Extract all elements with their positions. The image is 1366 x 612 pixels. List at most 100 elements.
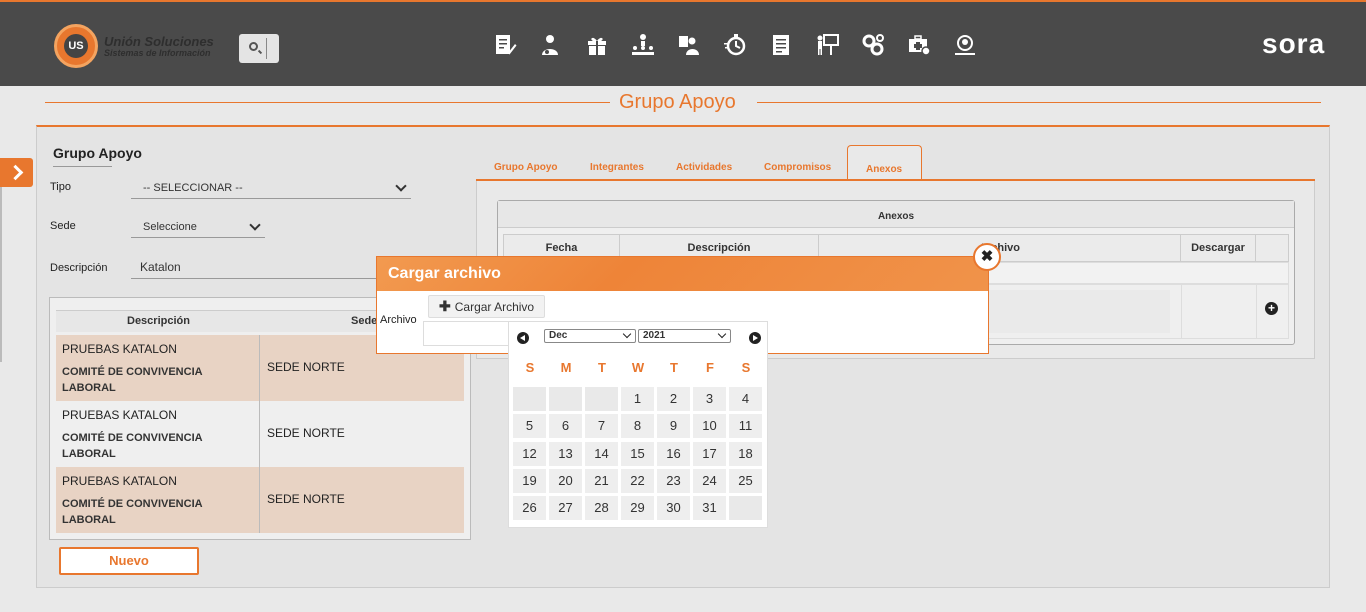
page-title: Grupo Apoyo — [619, 91, 736, 113]
upload-file-label: Cargar Archivo — [454, 300, 535, 314]
gift-icon[interactable] — [585, 32, 631, 58]
sidebar-toggle-button[interactable] — [0, 158, 33, 187]
weekday-label: M — [560, 360, 572, 375]
tab-integrantes[interactable]: Integrantes — [590, 162, 644, 173]
tab-grupo-apoyo[interactable]: Grupo Apoyo — [494, 162, 558, 173]
day-cell[interactable]: 11 — [729, 414, 762, 438]
search-button[interactable] — [239, 34, 279, 63]
day-cell[interactable]: 3 — [693, 387, 726, 411]
row-subtitle: COMITÉ DE CONVIVENCIA LABORAL — [62, 432, 203, 460]
document-edit-icon[interactable] — [493, 32, 539, 58]
day-cell[interactable]: 19 — [513, 469, 546, 493]
sede-label: Sede — [50, 220, 76, 232]
modal-header: Cargar archivo — [377, 257, 988, 291]
tipo-label: Tipo — [50, 181, 71, 193]
day-cell[interactable]: 16 — [657, 442, 690, 466]
row-sede: SEDE NORTE — [267, 360, 345, 374]
sede-select[interactable]: Seleccione — [131, 216, 265, 238]
day-cell[interactable]: 15 — [621, 442, 654, 466]
prev-month-icon[interactable] — [517, 332, 529, 344]
day-cell[interactable]: 8 — [621, 414, 654, 438]
day-cell[interactable]: 31 — [693, 496, 726, 520]
brand-name: Unión Soluciones — [104, 34, 214, 49]
table-row[interactable]: PRUEBAS KATALON COMITÉ DE CONVIVENCIA LA… — [56, 401, 464, 467]
weekday-label: W — [631, 360, 645, 375]
row-title: PRUEBAS KATALON — [62, 474, 177, 488]
presentation-icon[interactable] — [815, 32, 861, 58]
row-sede: SEDE NORTE — [267, 492, 345, 506]
day-cell[interactable]: 22 — [621, 469, 654, 493]
day-cell[interactable]: 27 — [549, 496, 582, 520]
team-icon[interactable] — [677, 32, 723, 58]
tab-actividades[interactable]: Actividades — [676, 162, 732, 173]
weekday-label: T — [598, 360, 606, 375]
day-cell[interactable]: 9 — [657, 414, 690, 438]
close-icon[interactable]: ✖ — [973, 243, 1001, 271]
product-name: sora — [1262, 28, 1326, 59]
upload-file-button[interactable]: ✚ Cargar Archivo — [428, 295, 545, 318]
day-cell[interactable]: 2 — [657, 387, 690, 411]
row-subtitle: COMITÉ DE CONVIVENCIA LABORAL — [62, 366, 203, 394]
user-admin-icon[interactable] — [539, 32, 585, 58]
datepicker: Dec 2021 S M T W T F S 1 2 3 4 5 6 7 8 9 10 11 12 13 14 15 16 1… — [508, 321, 768, 528]
day-cell[interactable]: 18 — [729, 442, 762, 466]
day-cell[interactable]: 13 — [549, 442, 582, 466]
weekday-label: F — [706, 360, 714, 375]
day-cell[interactable]: 29 — [621, 496, 654, 520]
evaluation-icon[interactable] — [953, 32, 999, 58]
tab-anexos-active-bg — [847, 145, 922, 181]
row-sede: SEDE NORTE — [267, 426, 345, 440]
day-cell[interactable]: 20 — [549, 469, 582, 493]
weekday-label: S — [525, 360, 535, 375]
module-nav — [493, 32, 999, 58]
add-circle-icon[interactable]: + — [1265, 302, 1278, 315]
day-cell[interactable]: 4 — [729, 387, 762, 411]
hierarchy-icon[interactable] — [631, 32, 677, 58]
grid-header-sede[interactable]: Sede — [351, 315, 377, 327]
modal-title: Cargar archivo — [388, 265, 501, 282]
file-date-input[interactable] — [423, 321, 510, 346]
year-select[interactable]: 2021 — [638, 329, 731, 343]
month-select[interactable]: Dec — [544, 329, 636, 343]
next-month-icon[interactable] — [749, 332, 761, 344]
day-cell[interactable]: 7 — [585, 414, 618, 438]
day-cell[interactable]: 14 — [585, 442, 618, 466]
day-cell[interactable]: 23 — [657, 469, 690, 493]
day-cell[interactable]: 21 — [585, 469, 618, 493]
empty-day-cell — [513, 387, 546, 411]
day-cell[interactable]: 28 — [585, 496, 618, 520]
gears-icon[interactable] — [861, 32, 907, 58]
day-cell[interactable]: 25 — [729, 469, 762, 493]
anexos-header-descargar[interactable]: Descargar — [1180, 234, 1256, 262]
top-navbar: US Unión Soluciones Sistemas de Informac… — [0, 0, 1366, 86]
stopwatch-icon[interactable] — [723, 32, 769, 58]
day-cell[interactable]: 1 — [621, 387, 654, 411]
grid-header-descripcion[interactable]: Descripción — [127, 315, 190, 327]
descripcion-input[interactable]: Katalon — [131, 255, 381, 279]
day-cell[interactable]: 10 — [693, 414, 726, 438]
new-button[interactable]: Nuevo — [59, 547, 199, 575]
day-cell[interactable]: 26 — [513, 496, 546, 520]
row-subtitle: COMITÉ DE CONVIVENCIA LABORAL — [62, 498, 203, 526]
logo-text: US — [64, 34, 88, 58]
report-icon[interactable] — [769, 32, 815, 58]
product-logo: sora — [1262, 28, 1325, 60]
empty-day-cell — [729, 496, 762, 520]
day-cell[interactable]: 17 — [693, 442, 726, 466]
company-logo[interactable]: US — [54, 24, 98, 68]
empty-day-cell — [549, 387, 582, 411]
anexos-title: Anexos — [498, 201, 1294, 228]
table-row[interactable]: PRUEBAS KATALON COMITÉ DE CONVIVENCIA LA… — [56, 467, 464, 533]
day-cell[interactable]: 12 — [513, 442, 546, 466]
brand-tagline: Sistemas de Información — [104, 48, 211, 58]
day-cell[interactable]: 5 — [513, 414, 546, 438]
medical-case-icon[interactable] — [907, 32, 953, 58]
form-section-title: Grupo Apoyo — [53, 145, 142, 161]
tab-anexos[interactable]: Anexos — [866, 164, 902, 175]
day-cell[interactable]: 24 — [693, 469, 726, 493]
tab-compromisos[interactable]: Compromisos — [764, 162, 831, 173]
row-title: PRUEBAS KATALON — [62, 342, 177, 356]
tipo-select[interactable]: -- SELECCIONAR -- — [131, 177, 411, 199]
day-cell[interactable]: 6 — [549, 414, 582, 438]
day-cell[interactable]: 30 — [657, 496, 690, 520]
